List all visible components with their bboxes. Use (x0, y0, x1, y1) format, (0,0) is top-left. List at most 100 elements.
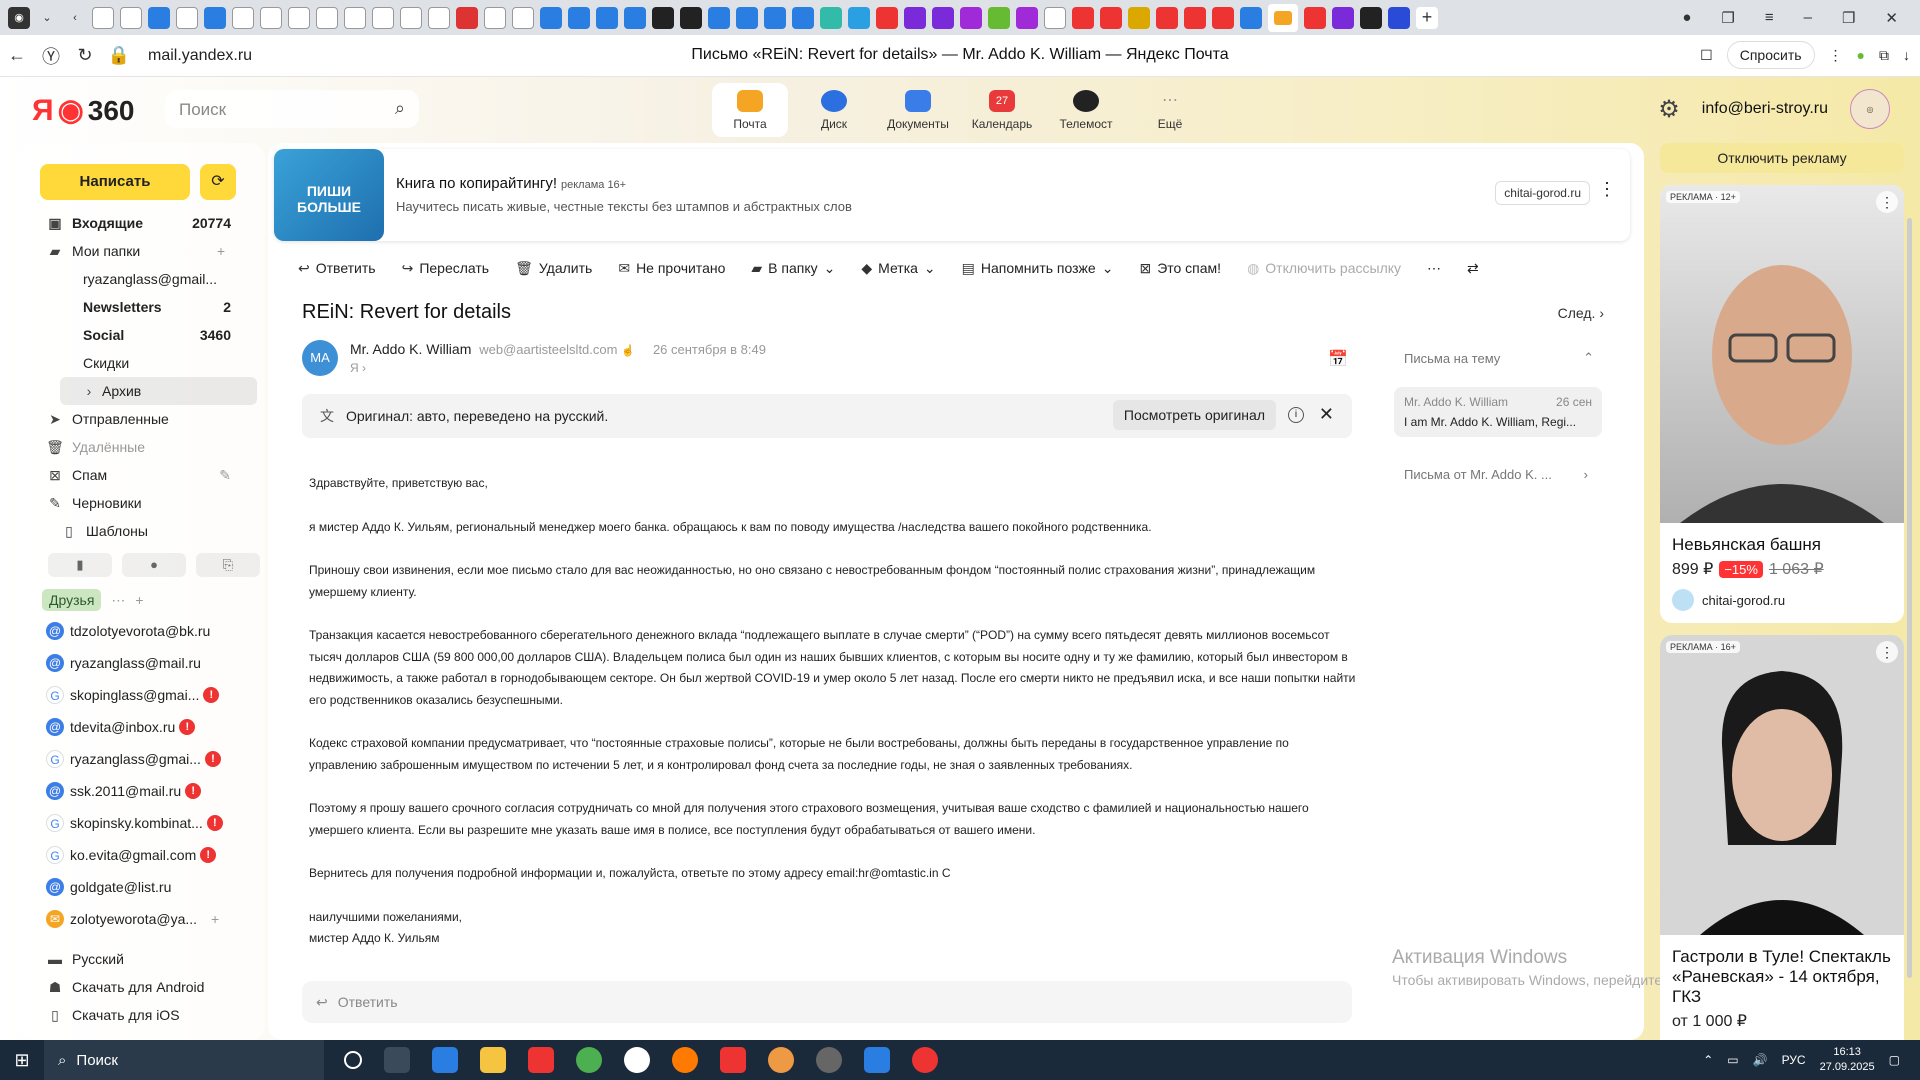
tab-icon[interactable] (1100, 6, 1122, 29)
folder-discounts[interactable]: Скидки (20, 349, 265, 377)
reload-icon[interactable]: ↻ (68, 45, 102, 66)
browser-menu-icon[interactable]: ◉ (8, 6, 30, 29)
folder-newsletters[interactable]: Newsletters 2 (20, 293, 265, 321)
disable-ads-button[interactable]: Отключить рекламу (1660, 143, 1904, 173)
yandex-browser-icon[interactable] (624, 1047, 650, 1073)
ad-card[interactable]: РЕКЛАМА · 12+ ⋮ Невьянская башня 899 ₽ −… (1660, 185, 1904, 623)
service-documents[interactable]: Документы (880, 83, 956, 137)
tab-icon[interactable] (92, 6, 114, 29)
thread-header[interactable]: Письма на тему ⌃ (1394, 343, 1602, 373)
account-email[interactable]: info@beri-stroy.ru (1702, 100, 1828, 118)
close-icon[interactable]: ✕ (1885, 9, 1898, 27)
tab-icon[interactable] (148, 6, 170, 29)
folder-ryazanglass[interactable]: ryazanglass@gmail... (20, 265, 265, 293)
ad-more-icon[interactable]: ⋮ (1876, 191, 1898, 213)
contact-item[interactable]: ✉ zolotyeworota@ya... + (20, 903, 265, 935)
ad-banner[interactable]: ПИШИ БОЛЬШЕ Книга по копирайтингу! реклам… (274, 149, 1630, 241)
tab-icon[interactable] (1240, 6, 1262, 29)
tab-icon[interactable] (1212, 6, 1234, 29)
folder-drafts[interactable]: ✎ Черновики (20, 489, 265, 517)
tab-icon[interactable] (988, 6, 1010, 29)
firefox-icon[interactable] (672, 1047, 698, 1073)
sender-email[interactable]: web@aartisteelsltd.com (479, 342, 617, 357)
friends-add-icon[interactable]: + (135, 592, 143, 608)
extension-icon[interactable]: ● (1857, 47, 1865, 63)
tab-icon[interactable] (512, 6, 534, 29)
tab-icon[interactable] (932, 6, 954, 29)
tab-icon[interactable] (1072, 6, 1094, 29)
profile-icon[interactable]: ● (1682, 9, 1691, 27)
contact-item[interactable]: @ tdzolotyevorota@bk.ru (20, 615, 265, 647)
ask-button[interactable]: Спросить (1726, 41, 1815, 69)
folder-archive[interactable]: › Архив (60, 377, 257, 405)
bookmark-filter-icon[interactable]: ▮ (48, 553, 112, 577)
tab-icon[interactable] (652, 6, 674, 29)
tab-icon[interactable] (1156, 6, 1178, 29)
letters-from-link[interactable]: Письма от Mr. Addo K. ... › (1394, 467, 1602, 482)
yandex-icon[interactable]: Ⓨ (34, 43, 68, 69)
tab-icon[interactable] (596, 6, 618, 29)
contact-item[interactable]: Gskopinglass@gmai...! (20, 679, 265, 711)
friends-more-icon[interactable]: ⋯ (111, 592, 125, 609)
add-contact-icon[interactable]: + (211, 911, 219, 927)
tab-icon[interactable] (204, 6, 226, 29)
contact-item[interactable]: @ goldgate@list.ru (20, 871, 265, 903)
taskbar-search[interactable]: ⌕ Поиск (44, 1040, 324, 1080)
unsubscribe-button[interactable]: ◍ Отключить рассылку (1247, 260, 1401, 277)
label-button[interactable]: ◆ Метка ⌄ (861, 260, 935, 277)
contact-item[interactable]: @ tdevita@inbox.ru! (20, 711, 265, 743)
contact-item[interactable]: @ ryazanglass@mail.ru (20, 647, 265, 679)
tab-icon[interactable] (764, 6, 786, 29)
app-icon[interactable] (768, 1047, 794, 1073)
ad-domain[interactable]: chitai-gorod.ru (1495, 181, 1590, 205)
download-ios-link[interactable]: ▯ Скачать для iOS (20, 1001, 265, 1029)
tab-icon[interactable] (1016, 6, 1038, 29)
folder-social[interactable]: Social 3460 (20, 321, 265, 349)
delete-button[interactable]: 🗑 Удалить (515, 260, 592, 277)
minimize-icon[interactable]: – (1804, 9, 1812, 27)
tab-icon[interactable] (372, 6, 394, 29)
tray-chevron-icon[interactable]: ⌃ (1703, 1053, 1713, 1067)
tab-icon[interactable] (960, 6, 982, 29)
tab-icon[interactable] (316, 6, 338, 29)
broom-icon[interactable]: ✎ (219, 467, 231, 484)
folder-sent[interactable]: ➤ Отправленные (20, 405, 265, 433)
view-original-button[interactable]: Посмотреть оригинал (1112, 400, 1276, 430)
clock[interactable]: 16:13 27.09.2025 (1820, 1045, 1875, 1075)
contact-item[interactable]: Gskopinsky.kombinat...! (20, 807, 265, 839)
folder-deleted[interactable]: 🗑 Удалённые (20, 433, 265, 461)
tab-icon[interactable] (1184, 6, 1206, 29)
service-calendar[interactable]: 27 Календарь (964, 83, 1040, 137)
add-folder-icon[interactable]: + (217, 243, 225, 259)
add-to-calendar-icon[interactable]: 📅 (1328, 349, 1348, 369)
close-icon[interactable]: ✕ (1319, 404, 1334, 425)
contact-item[interactable]: @ ssk.2011@mail.ru! (20, 775, 265, 807)
attachment-filter-icon[interactable]: ⎘ (196, 553, 260, 577)
next-message-link[interactable]: След. › (1558, 305, 1604, 321)
language-selector[interactable]: ▬ Русский (20, 945, 265, 973)
compose-button[interactable]: Написать (40, 164, 190, 200)
friends-tag[interactable]: Друзья (42, 589, 102, 611)
settings-gear-icon[interactable]: ⚙ (1658, 95, 1680, 124)
more-actions-icon[interactable]: ⋯ (1427, 260, 1441, 277)
folder-my-folders[interactable]: ▰ Мои папки + (20, 237, 265, 265)
tab-icon[interactable] (820, 6, 842, 29)
reply-button[interactable]: ↩ Ответить (298, 260, 376, 277)
tab-active-mail[interactable] (1268, 3, 1298, 32)
back-tabs-icon[interactable]: ‹ (64, 7, 86, 29)
restore-icon[interactable]: ❐ (1842, 9, 1855, 27)
service-disk[interactable]: Диск (796, 83, 872, 137)
tab-icon[interactable] (1304, 6, 1326, 29)
downloads-icon[interactable]: ⧉ (1879, 47, 1889, 64)
tab-icon[interactable] (904, 6, 926, 29)
sender-avatar[interactable]: MA (302, 340, 338, 376)
tab-icon[interactable] (456, 6, 478, 29)
ad-card[interactable]: РЕКЛАМА · 16+ ⋮ Гастроли в Туле! Спектак… (1660, 635, 1904, 1055)
tab-icon[interactable] (344, 6, 366, 29)
notifications-icon[interactable]: ▢ (1889, 1053, 1900, 1067)
ad-more-icon[interactable]: ⋮ (1876, 641, 1898, 663)
cortana-icon[interactable] (344, 1051, 362, 1069)
back-arrow-icon[interactable]: ← (0, 45, 34, 66)
unread-filter-icon[interactable]: ● (122, 553, 186, 577)
app-icon[interactable] (864, 1047, 890, 1073)
